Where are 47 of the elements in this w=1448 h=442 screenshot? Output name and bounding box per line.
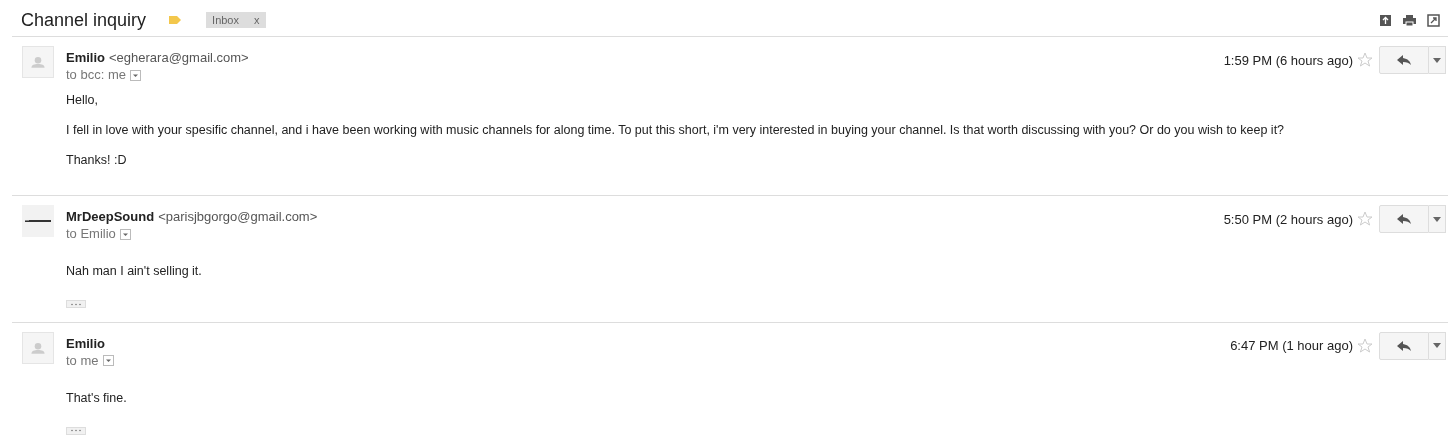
more-options-button[interactable] [1429, 205, 1446, 233]
reply-icon [1396, 339, 1412, 352]
more-options-button[interactable] [1429, 46, 1446, 74]
avatar-icon [22, 46, 54, 78]
caret-icon [1433, 216, 1441, 222]
show-trimmed-content-button[interactable] [66, 300, 86, 308]
reply-button[interactable] [1379, 46, 1429, 74]
sender-email: <parisjbgorgo@gmail.com> [158, 209, 318, 224]
message-time: 6:47 PM (1 hour ago) [1230, 338, 1353, 353]
new-window-icon[interactable] [1427, 13, 1440, 27]
details-dropdown-icon[interactable] [119, 228, 131, 240]
sender-email: <egherara@gmail.com> [109, 50, 249, 65]
message-time: 1:59 PM (6 hours ago) [1223, 52, 1353, 68]
message-paragraph: That's fine. [66, 389, 128, 407]
print-icon[interactable] [1403, 13, 1416, 27]
importance-marker-icon[interactable] [168, 15, 183, 25]
message-paragraph: I fell in love with your spesific channel, and i have been working with music channels for along time. To put this short, i'm very interested in buying your channel. Is that worth discussing with you? Or do you wish to keep it? [66, 122, 1286, 139]
star-icon[interactable] [1357, 211, 1373, 227]
ellipsis-icon [69, 429, 83, 432]
collapse-icon[interactable] [1379, 13, 1392, 27]
message-time: 5:50 PM (2 hours ago) [1223, 211, 1353, 227]
message-paragraph: Thanks! :D [66, 152, 128, 169]
reply-button[interactable] [1379, 331, 1429, 360]
label-name[interactable]: Inbox [212, 14, 239, 26]
recipient-text: to Emilio [66, 225, 116, 243]
sender-name: Emilio [66, 335, 105, 351]
reply-icon [1396, 54, 1412, 66]
remove-label-button[interactable]: x [254, 14, 260, 26]
ellipsis-icon [69, 302, 83, 306]
sender-name: MrDeepSound [66, 209, 155, 224]
message-paragraph: Nah man I ain't selling it. [66, 263, 203, 280]
details-dropdown-icon[interactable] [102, 355, 114, 366]
reply-button[interactable] [1379, 205, 1429, 233]
star-icon[interactable] [1357, 337, 1373, 354]
avatar-icon [22, 331, 54, 364]
reply-icon [1396, 213, 1412, 225]
thread-subject: Channel inquiry [21, 9, 147, 31]
show-trimmed-content-button[interactable] [66, 426, 86, 435]
caret-icon [1433, 57, 1441, 63]
caret-icon [1433, 343, 1441, 348]
sender-name: Emilio [66, 50, 105, 65]
recipient-text: to me [66, 351, 99, 370]
details-dropdown-icon[interactable] [129, 69, 141, 81]
recipient-text: to bcc: me [66, 66, 126, 84]
message-paragraph: Hello, [66, 92, 99, 109]
more-options-button[interactable] [1429, 331, 1446, 360]
star-icon[interactable] [1357, 52, 1373, 68]
